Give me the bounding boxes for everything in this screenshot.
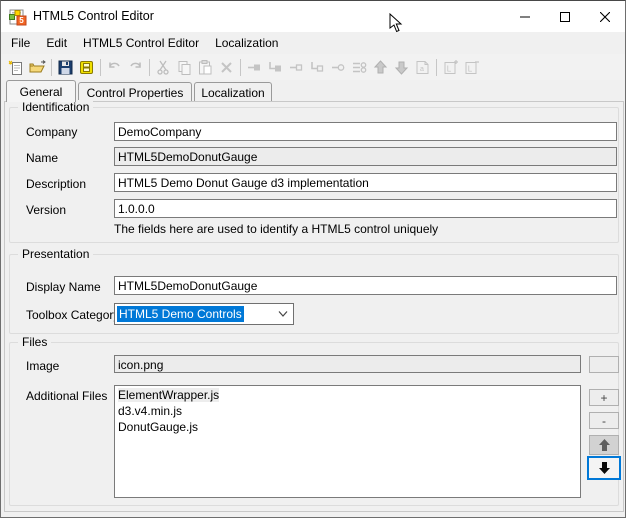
mouse-cursor xyxy=(389,13,403,33)
chevron-down-icon xyxy=(278,311,288,317)
identification-group-title: Identification xyxy=(18,100,94,114)
identification-note: The fields here are used to identify a H… xyxy=(114,222,439,236)
menu-edit[interactable]: Edit xyxy=(38,33,75,53)
image-browse-button[interactable] xyxy=(589,356,619,373)
menu-html5-control-editor[interactable]: HTML5 Control Editor xyxy=(75,33,207,53)
additional-files-listbox[interactable]: ElementWrapper.js d3.v4.min.js DonutGaug… xyxy=(114,385,581,498)
toolbar-separator xyxy=(240,58,241,76)
move-down-icon[interactable] xyxy=(391,57,412,78)
toolbar-separator xyxy=(436,58,437,76)
list-item[interactable]: DonutGauge.js xyxy=(115,419,580,435)
presentation-group-title: Presentation xyxy=(18,247,94,261)
close-button[interactable] xyxy=(585,1,625,32)
delete-icon[interactable] xyxy=(216,57,237,78)
image-label: Image xyxy=(26,359,60,373)
add-file-button[interactable]: + xyxy=(589,389,619,406)
name-label: Name xyxy=(26,151,59,165)
display-name-field[interactable]: HTML5DemoDonutGauge xyxy=(114,276,617,295)
name-field[interactable]: HTML5DemoDonutGauge xyxy=(114,147,617,166)
maximize-icon xyxy=(560,11,570,22)
svg-text:5: 5 xyxy=(19,16,24,25)
image-field[interactable]: icon.png xyxy=(114,355,581,373)
save-icon[interactable] xyxy=(55,57,76,78)
close-icon xyxy=(600,11,610,22)
tab-control-properties[interactable]: Control Properties xyxy=(78,82,192,102)
open-icon[interactable] xyxy=(27,57,48,78)
files-group-title: Files xyxy=(18,335,52,349)
description-field[interactable]: HTML5 Demo Donut Gauge d3 implementation xyxy=(114,173,617,192)
toolbox-category-label: Toolbox Category xyxy=(26,308,120,322)
app-icon: 5 xyxy=(9,9,27,26)
svg-text:L: L xyxy=(447,64,452,73)
version-field[interactable]: 1.0.0.0 xyxy=(114,199,617,218)
display-name-label: Display Name xyxy=(26,280,101,294)
menu-bar: File Edit HTML5 Control Editor Localizat… xyxy=(1,32,625,54)
anchor-filled-icon[interactable] xyxy=(265,57,286,78)
link-circle-icon[interactable] xyxy=(328,57,349,78)
paste-icon[interactable] xyxy=(195,57,216,78)
menu-localization[interactable]: Localization xyxy=(207,33,286,53)
minimize-icon xyxy=(520,16,530,17)
window-title: HTML5 Control Editor xyxy=(33,9,154,23)
move-up-icon[interactable] xyxy=(370,57,391,78)
tab-strip: General Control Properties Localization xyxy=(4,80,624,102)
link-hollow-icon[interactable] xyxy=(286,57,307,78)
link-filled-icon[interactable] xyxy=(244,57,265,78)
app-window: 5 HTML5 Control Editor File Edit HTML5 C… xyxy=(0,0,626,518)
remove-file-button[interactable]: - xyxy=(589,412,619,429)
list-item-text: DonutGauge.js xyxy=(118,420,199,434)
arrow-down-icon xyxy=(598,462,610,474)
anchor-hollow-icon[interactable] xyxy=(307,57,328,78)
company-label: Company xyxy=(26,125,78,139)
list-item-text: ElementWrapper.js xyxy=(118,388,220,402)
toolbar-separator xyxy=(51,58,52,76)
redo-icon[interactable] xyxy=(125,57,146,78)
maximize-button[interactable] xyxy=(545,1,585,32)
properties-icon[interactable] xyxy=(349,57,370,78)
svg-text:L: L xyxy=(468,64,473,73)
list-item[interactable]: ElementWrapper.js xyxy=(115,387,580,403)
list-item-text: d3.v4.min.js xyxy=(118,404,183,418)
toolbar: a L L xyxy=(1,54,625,80)
tab-general[interactable]: General xyxy=(6,80,76,102)
toolbox-category-value: HTML5 Demo Controls xyxy=(117,306,244,322)
remove-locale-icon[interactable]: L xyxy=(461,57,482,78)
list-item[interactable]: d3.v4.min.js xyxy=(115,403,580,419)
cut-icon[interactable] xyxy=(153,57,174,78)
arrow-up-icon xyxy=(598,439,610,451)
company-field[interactable]: DemoCompany xyxy=(114,122,617,141)
titlebar[interactable]: 5 HTML5 Control Editor xyxy=(1,1,625,32)
move-file-down-button[interactable] xyxy=(587,456,621,480)
toolbar-separator xyxy=(100,58,101,76)
svg-text:a: a xyxy=(420,66,424,73)
deploy-icon[interactable] xyxy=(76,57,97,78)
add-locale-icon[interactable]: L xyxy=(440,57,461,78)
copy-icon[interactable] xyxy=(174,57,195,78)
description-label: Description xyxy=(26,177,87,191)
new-icon[interactable] xyxy=(6,57,27,78)
toolbox-category-combobox[interactable]: HTML5 Demo Controls xyxy=(114,303,294,325)
tab-localization[interactable]: Localization xyxy=(194,82,272,102)
export-icon[interactable]: a xyxy=(412,57,433,78)
minimize-button[interactable] xyxy=(505,1,545,32)
menu-file[interactable]: File xyxy=(3,33,38,53)
undo-icon[interactable] xyxy=(104,57,125,78)
move-file-up-button[interactable] xyxy=(589,435,619,455)
toolbar-separator xyxy=(149,58,150,76)
additional-files-label: Additional Files xyxy=(26,389,108,403)
version-label: Version xyxy=(26,203,67,217)
